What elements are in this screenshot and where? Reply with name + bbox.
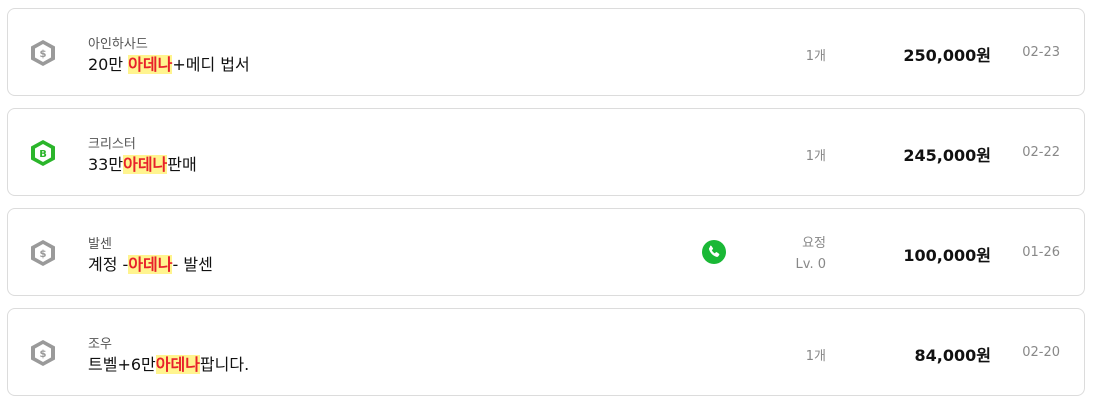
title-suffix: 판매: [167, 155, 197, 174]
price: 250,000원: [903, 46, 991, 65]
seller-name: 발센: [88, 237, 112, 252]
title-prefix: 계정 -: [88, 255, 129, 274]
quantity: 1개: [805, 149, 826, 164]
title-prefix: 트벨+6만: [88, 355, 156, 374]
title-suffix: +메디 법서: [172, 55, 250, 74]
dollar-hexagon-icon: $: [31, 240, 55, 266]
date: 01-26: [1022, 245, 1060, 260]
seller-name: 조우: [88, 337, 112, 352]
listing-title[interactable]: 20만 아데나+메디 법서: [88, 51, 250, 75]
svg-text:B: B: [39, 149, 47, 160]
listing-row[interactable]: $ 발센 계정 -아데나- 발센 요정 Lv. 0 100,000원 01-26: [7, 208, 1085, 296]
quantity-line2: Lv. 0: [795, 257, 826, 272]
title-highlight: 아데나: [128, 55, 173, 74]
title-prefix: 33만: [88, 155, 124, 174]
quantity-line1: 요정: [802, 236, 826, 251]
title-highlight: 아데나: [123, 155, 168, 174]
listing-row[interactable]: $ 아인하사드 20만 아데나+메디 법서 1개 250,000원 02-23: [7, 8, 1085, 96]
dollar-hexagon-icon: $: [31, 340, 55, 366]
listing-title[interactable]: 33만아데나판매: [88, 151, 197, 175]
svg-text:$: $: [40, 249, 47, 260]
phone-icon[interactable]: [702, 240, 726, 264]
quantity-info: 요정 Lv. 0: [796, 233, 826, 275]
price: 100,000원: [903, 246, 991, 265]
title-suffix: 팝니다.: [199, 355, 250, 374]
price: 84,000원: [914, 346, 991, 365]
listing-row[interactable]: $ 조우 트벨+6만아데나팝니다. 1개 84,000원 02-20: [7, 308, 1085, 396]
price: 245,000원: [903, 146, 991, 165]
listing-title[interactable]: 트벨+6만아데나팝니다.: [88, 351, 249, 375]
title-highlight: 아데나: [155, 355, 200, 374]
title-highlight: 아데나: [128, 255, 173, 274]
seller-name: 크리스터: [88, 137, 136, 152]
listing-row[interactable]: B 크리스터 33만아데나판매 1개 245,000원 02-22: [7, 108, 1085, 196]
date: 02-23: [1022, 45, 1060, 60]
title-prefix: 20만: [88, 55, 129, 74]
svg-text:$: $: [40, 349, 47, 360]
svg-text:$: $: [40, 49, 47, 60]
dollar-hexagon-icon: $: [31, 40, 55, 66]
b-hexagon-icon: B: [31, 140, 55, 166]
date: 02-20: [1022, 345, 1060, 360]
listing-title[interactable]: 계정 -아데나- 발센: [88, 251, 213, 275]
seller-name: 아인하사드: [88, 37, 148, 52]
date: 02-22: [1022, 145, 1060, 160]
title-suffix: - 발센: [172, 255, 213, 274]
quantity: 1개: [805, 349, 826, 364]
quantity: 1개: [805, 49, 826, 64]
listing-list: $ 아인하사드 20만 아데나+메디 법서 1개 250,000원 02-23 …: [0, 0, 1096, 405]
